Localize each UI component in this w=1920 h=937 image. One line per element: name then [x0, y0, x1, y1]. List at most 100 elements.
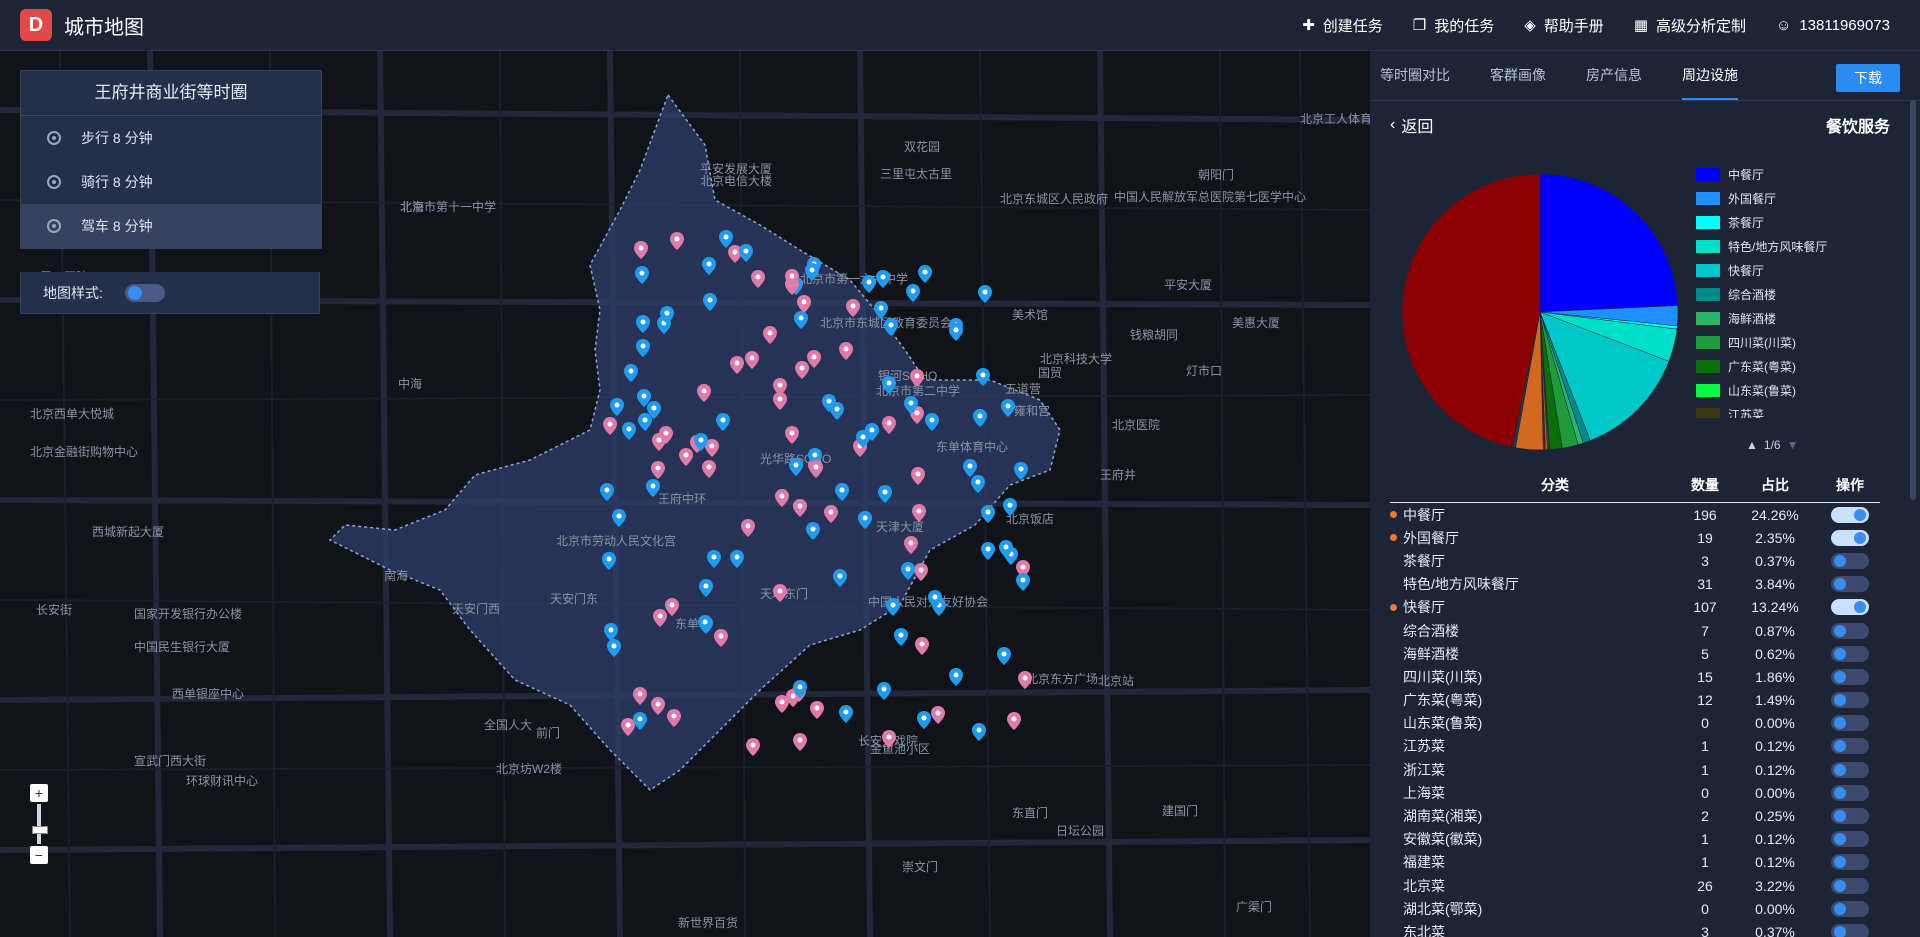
map-poi-pin-icon[interactable]	[636, 339, 651, 358]
map-poi-pin-icon[interactable]	[602, 417, 617, 436]
map-poi-pin-icon[interactable]	[698, 579, 713, 598]
map-poi-pin-icon[interactable]	[915, 636, 930, 655]
create-task-button[interactable]: ✚ 创建任务	[1302, 15, 1383, 36]
zoom-slider-handle[interactable]	[32, 826, 48, 834]
map-poi-pin-icon[interactable]	[702, 460, 717, 479]
legend-item[interactable]: 四川菜(川菜)	[1696, 330, 1896, 354]
map-poi-pin-icon[interactable]	[797, 295, 811, 314]
legend-item[interactable]: 特色/地方风味餐厅	[1696, 234, 1896, 258]
pager-down-icon[interactable]: ▼	[1787, 438, 1799, 452]
iso-drive-option[interactable]: 驾车 8 分钟	[21, 204, 321, 248]
map-poi-pin-icon[interactable]	[793, 498, 808, 517]
map-poi-pin-icon[interactable]	[917, 264, 932, 283]
map-poi-pin-icon[interactable]	[610, 398, 625, 417]
map-poi-pin-icon[interactable]	[808, 460, 823, 479]
map-poi-pin-icon[interactable]	[670, 231, 685, 250]
row-toggle[interactable]	[1831, 715, 1869, 732]
map-poi-pin-icon[interactable]	[750, 270, 765, 289]
map-poi-pin-icon[interactable]	[881, 729, 896, 748]
map-poi-pin-icon[interactable]	[702, 256, 717, 275]
map-poi-pin-icon[interactable]	[1006, 711, 1021, 730]
map-poi-pin-icon[interactable]	[876, 269, 891, 288]
pie-slice[interactable]	[1401, 173, 1541, 448]
map-style-toggle[interactable]	[124, 283, 165, 302]
map-poi-pin-icon[interactable]	[911, 467, 926, 486]
map-poi-pin-icon[interactable]	[647, 400, 662, 419]
map-poi-pin-icon[interactable]	[823, 504, 838, 523]
legend-item[interactable]: 快餐厅	[1696, 258, 1896, 282]
map-poi-pin-icon[interactable]	[729, 356, 744, 375]
map-poi-pin-icon[interactable]	[809, 701, 824, 720]
map-poi-pin-icon[interactable]	[703, 293, 718, 312]
row-toggle[interactable]	[1831, 738, 1869, 755]
map-poi-pin-icon[interactable]	[805, 521, 820, 540]
map-poi-pin-icon[interactable]	[784, 269, 799, 288]
map-poi-pin-icon[interactable]	[980, 504, 995, 523]
tab-nearby-facilities[interactable]: 周边设施	[1682, 50, 1738, 100]
map-poi-pin-icon[interactable]	[792, 732, 807, 751]
legend-item[interactable]: 广东菜(粤菜)	[1696, 354, 1896, 378]
map-poi-pin-icon[interactable]	[997, 647, 1012, 666]
row-toggle[interactable]	[1831, 529, 1869, 546]
pager-up-icon[interactable]: ▲	[1746, 438, 1758, 452]
legend-item[interactable]: 茶餐厅	[1696, 210, 1896, 234]
map-poi-pin-icon[interactable]	[886, 597, 901, 616]
map-poi-pin-icon[interactable]	[835, 483, 850, 502]
row-toggle[interactable]	[1831, 877, 1869, 894]
row-toggle[interactable]	[1831, 692, 1869, 709]
map-poi-pin-icon[interactable]	[650, 460, 665, 479]
row-toggle[interactable]	[1831, 552, 1869, 569]
legend-item[interactable]: 外国餐厅	[1696, 186, 1896, 210]
map-poi-pin-icon[interactable]	[930, 705, 945, 724]
map-poi-pin-icon[interactable]	[774, 488, 789, 507]
map-poi-pin-icon[interactable]	[962, 459, 977, 478]
map-poi-pin-icon[interactable]	[948, 322, 963, 341]
map-poi-pin-icon[interactable]	[924, 412, 939, 431]
map-poi-pin-icon[interactable]	[775, 694, 790, 713]
map-poi-pin-icon[interactable]	[601, 552, 616, 571]
zoom-in-button[interactable]: +	[30, 784, 48, 802]
map-poi-pin-icon[interactable]	[697, 614, 712, 633]
map-poi-pin-icon[interactable]	[884, 317, 899, 336]
map-poi-pin-icon[interactable]	[882, 376, 897, 395]
map-poi-pin-icon[interactable]	[909, 368, 924, 387]
legend-item[interactable]: 中餐厅	[1696, 162, 1896, 186]
zoom-slider[interactable]	[32, 804, 48, 844]
panel-scrollbar[interactable]	[1910, 100, 1916, 500]
row-toggle[interactable]	[1831, 854, 1869, 871]
map-poi-pin-icon[interactable]	[784, 426, 799, 445]
row-toggle[interactable]	[1831, 923, 1869, 937]
back-button[interactable]: ‹ 返回	[1390, 113, 1433, 137]
map-poi-pin-icon[interactable]	[633, 711, 648, 730]
map-poi-pin-icon[interactable]	[745, 738, 760, 757]
map-poi-pin-icon[interactable]	[740, 519, 755, 538]
row-toggle[interactable]	[1831, 576, 1869, 593]
map-poi-pin-icon[interactable]	[795, 360, 810, 379]
map-poi-pin-icon[interactable]	[927, 590, 942, 609]
zoom-out-button[interactable]: −	[30, 846, 48, 864]
tab-customer-profile[interactable]: 客群画像	[1490, 50, 1546, 100]
map-poi-pin-icon[interactable]	[981, 541, 996, 560]
map-poi-pin-icon[interactable]	[894, 628, 909, 647]
map-poi-pin-icon[interactable]	[1013, 461, 1028, 480]
map-poi-pin-icon[interactable]	[600, 483, 615, 502]
map-poi-pin-icon[interactable]	[719, 230, 734, 248]
advanced-analysis-button[interactable]: ▦ 高级分析定制	[1634, 15, 1746, 36]
map-poi-pin-icon[interactable]	[821, 393, 836, 412]
map-poi-pin-icon[interactable]	[833, 569, 848, 588]
legend-item[interactable]: 江苏菜	[1696, 402, 1896, 418]
map-poi-pin-icon[interactable]	[1002, 497, 1017, 516]
legend-item[interactable]: 综合酒楼	[1696, 282, 1896, 306]
map-poi-pin-icon[interactable]	[978, 284, 993, 303]
map-poi-pin-icon[interactable]	[632, 687, 647, 705]
map-poi-pin-icon[interactable]	[912, 504, 927, 523]
row-toggle[interactable]	[1831, 599, 1869, 616]
map-poi-pin-icon[interactable]	[773, 392, 788, 411]
map-poi-pin-icon[interactable]	[738, 244, 753, 263]
map-poi-pin-icon[interactable]	[713, 628, 728, 647]
my-tasks-button[interactable]: ❐ 我的任务	[1413, 15, 1494, 36]
map-poi-pin-icon[interactable]	[916, 710, 931, 729]
map-poi-pin-icon[interactable]	[845, 298, 860, 317]
download-button[interactable]: 下载	[1836, 64, 1900, 92]
tab-property-info[interactable]: 房产信息	[1586, 50, 1642, 100]
